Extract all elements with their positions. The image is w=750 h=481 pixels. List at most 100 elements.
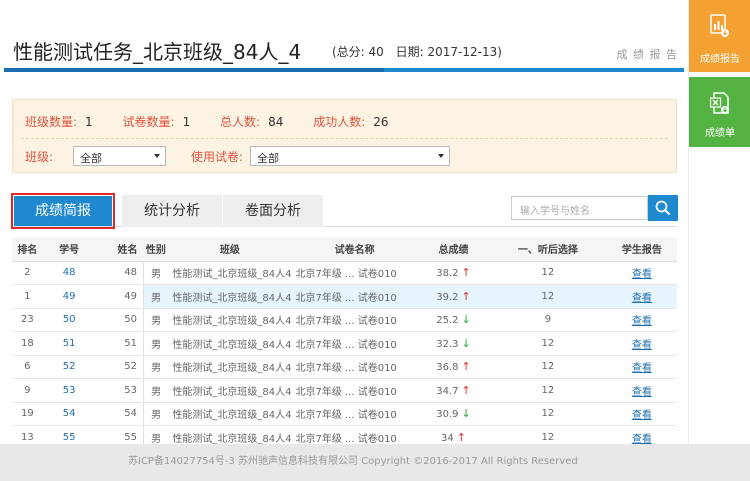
student-name-cell: 55 <box>95 425 144 444</box>
search-input[interactable]: 输入学号与姓名 <box>511 196 648 220</box>
student-name-cell: 48 <box>95 261 144 285</box>
sex-cell: 男 <box>143 331 169 356</box>
class-cell: 性能测试_北京班级_84人4 <box>168 425 292 444</box>
class-cell-text: 性能测试_北京班级_84人4 <box>172 292 292 304</box>
class-cell-text: 性能测试_北京班级_84人4 <box>172 410 292 422</box>
search-icon <box>655 200 671 216</box>
student-id-link[interactable]: 48 <box>42 261 96 285</box>
class-select-value: 全部 <box>80 152 102 165</box>
sex-cell-text: 男 <box>151 339 162 351</box>
view-report-cell: 查看 <box>606 331 677 356</box>
chevron-down-icon <box>438 154 444 158</box>
q1-score-cell-text: 12 <box>541 408 555 420</box>
paper-count-label: 试卷数量: <box>122 115 175 129</box>
col-name[interactable]: 姓名 <box>95 237 144 262</box>
class-cell-text: 性能测试_北京班级_84人4 <box>172 269 292 281</box>
table-row: 1 49 49 男性能测试_北京班级_84人4 北京7年级 ... 试卷010 39.2 ↑… <box>12 284 677 309</box>
paper-cell: 北京7年级 ... 试卷010 <box>291 261 418 285</box>
paper-cell: 北京7年级 ... 试卷010 <box>291 402 418 426</box>
search-button[interactable] <box>648 195 678 221</box>
chevron-down-icon <box>154 154 160 158</box>
tab-score-brief[interactable]: 成绩简报 <box>11 193 115 229</box>
q1-score-cell: 12 <box>489 284 607 309</box>
sex-cell: 男 <box>143 284 169 309</box>
class-select[interactable]: 全部 <box>73 146 166 166</box>
paper-cell: 北京7年级 ... 试卷010 <box>291 308 418 332</box>
col-class: 班级 <box>168 237 292 262</box>
sex-cell-text: 男 <box>151 433 162 444</box>
score-cell: 39.2 ↑ <box>417 284 490 309</box>
page: 性能测试任务_北京班级_84人_4 (总分: 40 日期: 2017-12-13… <box>0 0 750 481</box>
student-id-link-text: 52 <box>62 361 76 373</box>
rank-cell: 13 <box>12 425 43 444</box>
class-cell-text: 性能测试_北京班级_84人4 <box>172 363 292 375</box>
score-report-button[interactable]: 成绩报告 <box>689 0 750 72</box>
paper-cell: 北京7年级 ... 试卷010 <box>291 355 418 379</box>
q1-score-cell-text: 12 <box>541 361 555 373</box>
student-name-cell: 52 <box>95 355 144 379</box>
student-id-link[interactable]: 53 <box>42 378 96 403</box>
q1-score-cell-text: 9 <box>544 314 552 326</box>
class-cell-text: 性能测试_北京班级_84人4 <box>172 316 292 328</box>
success-count-label: 成功人数: <box>313 115 366 129</box>
score-sheet-button[interactable]: 成绩单 <box>689 77 750 147</box>
col-report: 学生报告 <box>606 237 677 262</box>
rank-cell-text: 1 <box>24 290 31 302</box>
rank-cell: 9 <box>12 378 43 403</box>
col-q1[interactable]: 一、听后选择 <box>489 237 607 262</box>
view-report-link[interactable]: 查看 <box>632 363 652 374</box>
student-name-cell: 51 <box>95 331 144 356</box>
score-cell: 38.2 ↑ <box>417 261 490 285</box>
arrow-down-icon: ↓ <box>461 407 471 421</box>
col-score[interactable]: 总成绩 <box>417 237 490 262</box>
student-id-link[interactable]: 49 <box>42 284 96 309</box>
tab-paper-analysis[interactable]: 卷面分析 <box>223 195 323 227</box>
paper-select-value: 全部 <box>257 152 279 165</box>
success-count-value: 26 <box>373 115 389 129</box>
class-cell: 性能测试_北京班级_84人4 <box>168 355 292 379</box>
paper-cell: 北京7年级 ... 试卷010 <box>291 425 418 444</box>
paper-cell-text: 北京7年级 ... 试卷010 <box>295 339 397 351</box>
total-count-label: 总人数: <box>220 115 261 129</box>
sex-cell: 男 <box>143 425 169 444</box>
student-id-link[interactable]: 51 <box>42 331 96 356</box>
score-cell: 32.3 ↓ <box>417 331 490 356</box>
view-report-link[interactable]: 查看 <box>632 434 652 444</box>
score-cell: 34.7 ↑ <box>417 378 490 403</box>
class-cell-text: 性能测试_北京班级_84人4 <box>172 339 292 351</box>
class-cell: 性能测试_北京班级_84人4 <box>168 402 292 426</box>
report-link[interactable]: 成 绩 报 告 <box>617 46 679 62</box>
arrow-down-icon: ↓ <box>461 313 471 327</box>
arrow-up-icon: ↑ <box>461 383 471 397</box>
right-sidebar: 成绩报告 成绩单 <box>688 0 750 481</box>
sex-cell: 男 <box>143 355 169 379</box>
col-paper: 试卷名称 <box>291 237 418 262</box>
student-id-link[interactable]: 50 <box>42 308 96 332</box>
tab-statistics[interactable]: 统计分析 <box>122 195 222 227</box>
score-table: 排名 学号 姓名 性别 班级 试卷名称 总成绩 一、听后选择 学生报告 2 48 4… <box>12 237 677 444</box>
paper-cell-text: 北京7年级 ... 试卷010 <box>295 316 397 328</box>
view-report-cell: 查看 <box>606 402 677 426</box>
view-report-link[interactable]: 查看 <box>632 293 652 304</box>
paper-select[interactable]: 全部 <box>250 146 450 166</box>
header: 性能测试任务_北京班级_84人_4 (总分: 40 日期: 2017-12-13… <box>0 0 688 72</box>
score-cell-text: 38.2 <box>436 268 459 280</box>
rank-cell: 19 <box>12 402 43 426</box>
view-report-link[interactable]: 查看 <box>632 340 652 351</box>
student-id-link[interactable]: 52 <box>42 355 96 379</box>
rank-cell-text: 6 <box>24 361 31 373</box>
q1-score-cell: 12 <box>489 261 607 285</box>
student-name-cell-text: 51 <box>124 337 137 349</box>
student-id-link[interactable]: 55 <box>42 425 96 444</box>
view-report-link[interactable]: 查看 <box>632 410 652 421</box>
col-rank[interactable]: 排名 <box>12 237 43 262</box>
score-cell-text: 32.3 <box>436 338 459 350</box>
view-report-link[interactable]: 查看 <box>632 316 652 327</box>
view-report-link[interactable]: 查看 <box>632 269 652 280</box>
student-name-cell: 49 <box>95 284 144 309</box>
student-id-link[interactable]: 54 <box>42 402 96 426</box>
score-cell: 25.2 ↓ <box>417 308 490 332</box>
col-id[interactable]: 学号 <box>42 237 96 262</box>
table-row: 18 51 51 男性能测试_北京班级_84人4 北京7年级 ... 试卷010 32.3… <box>12 331 677 356</box>
view-report-link[interactable]: 查看 <box>632 387 652 398</box>
